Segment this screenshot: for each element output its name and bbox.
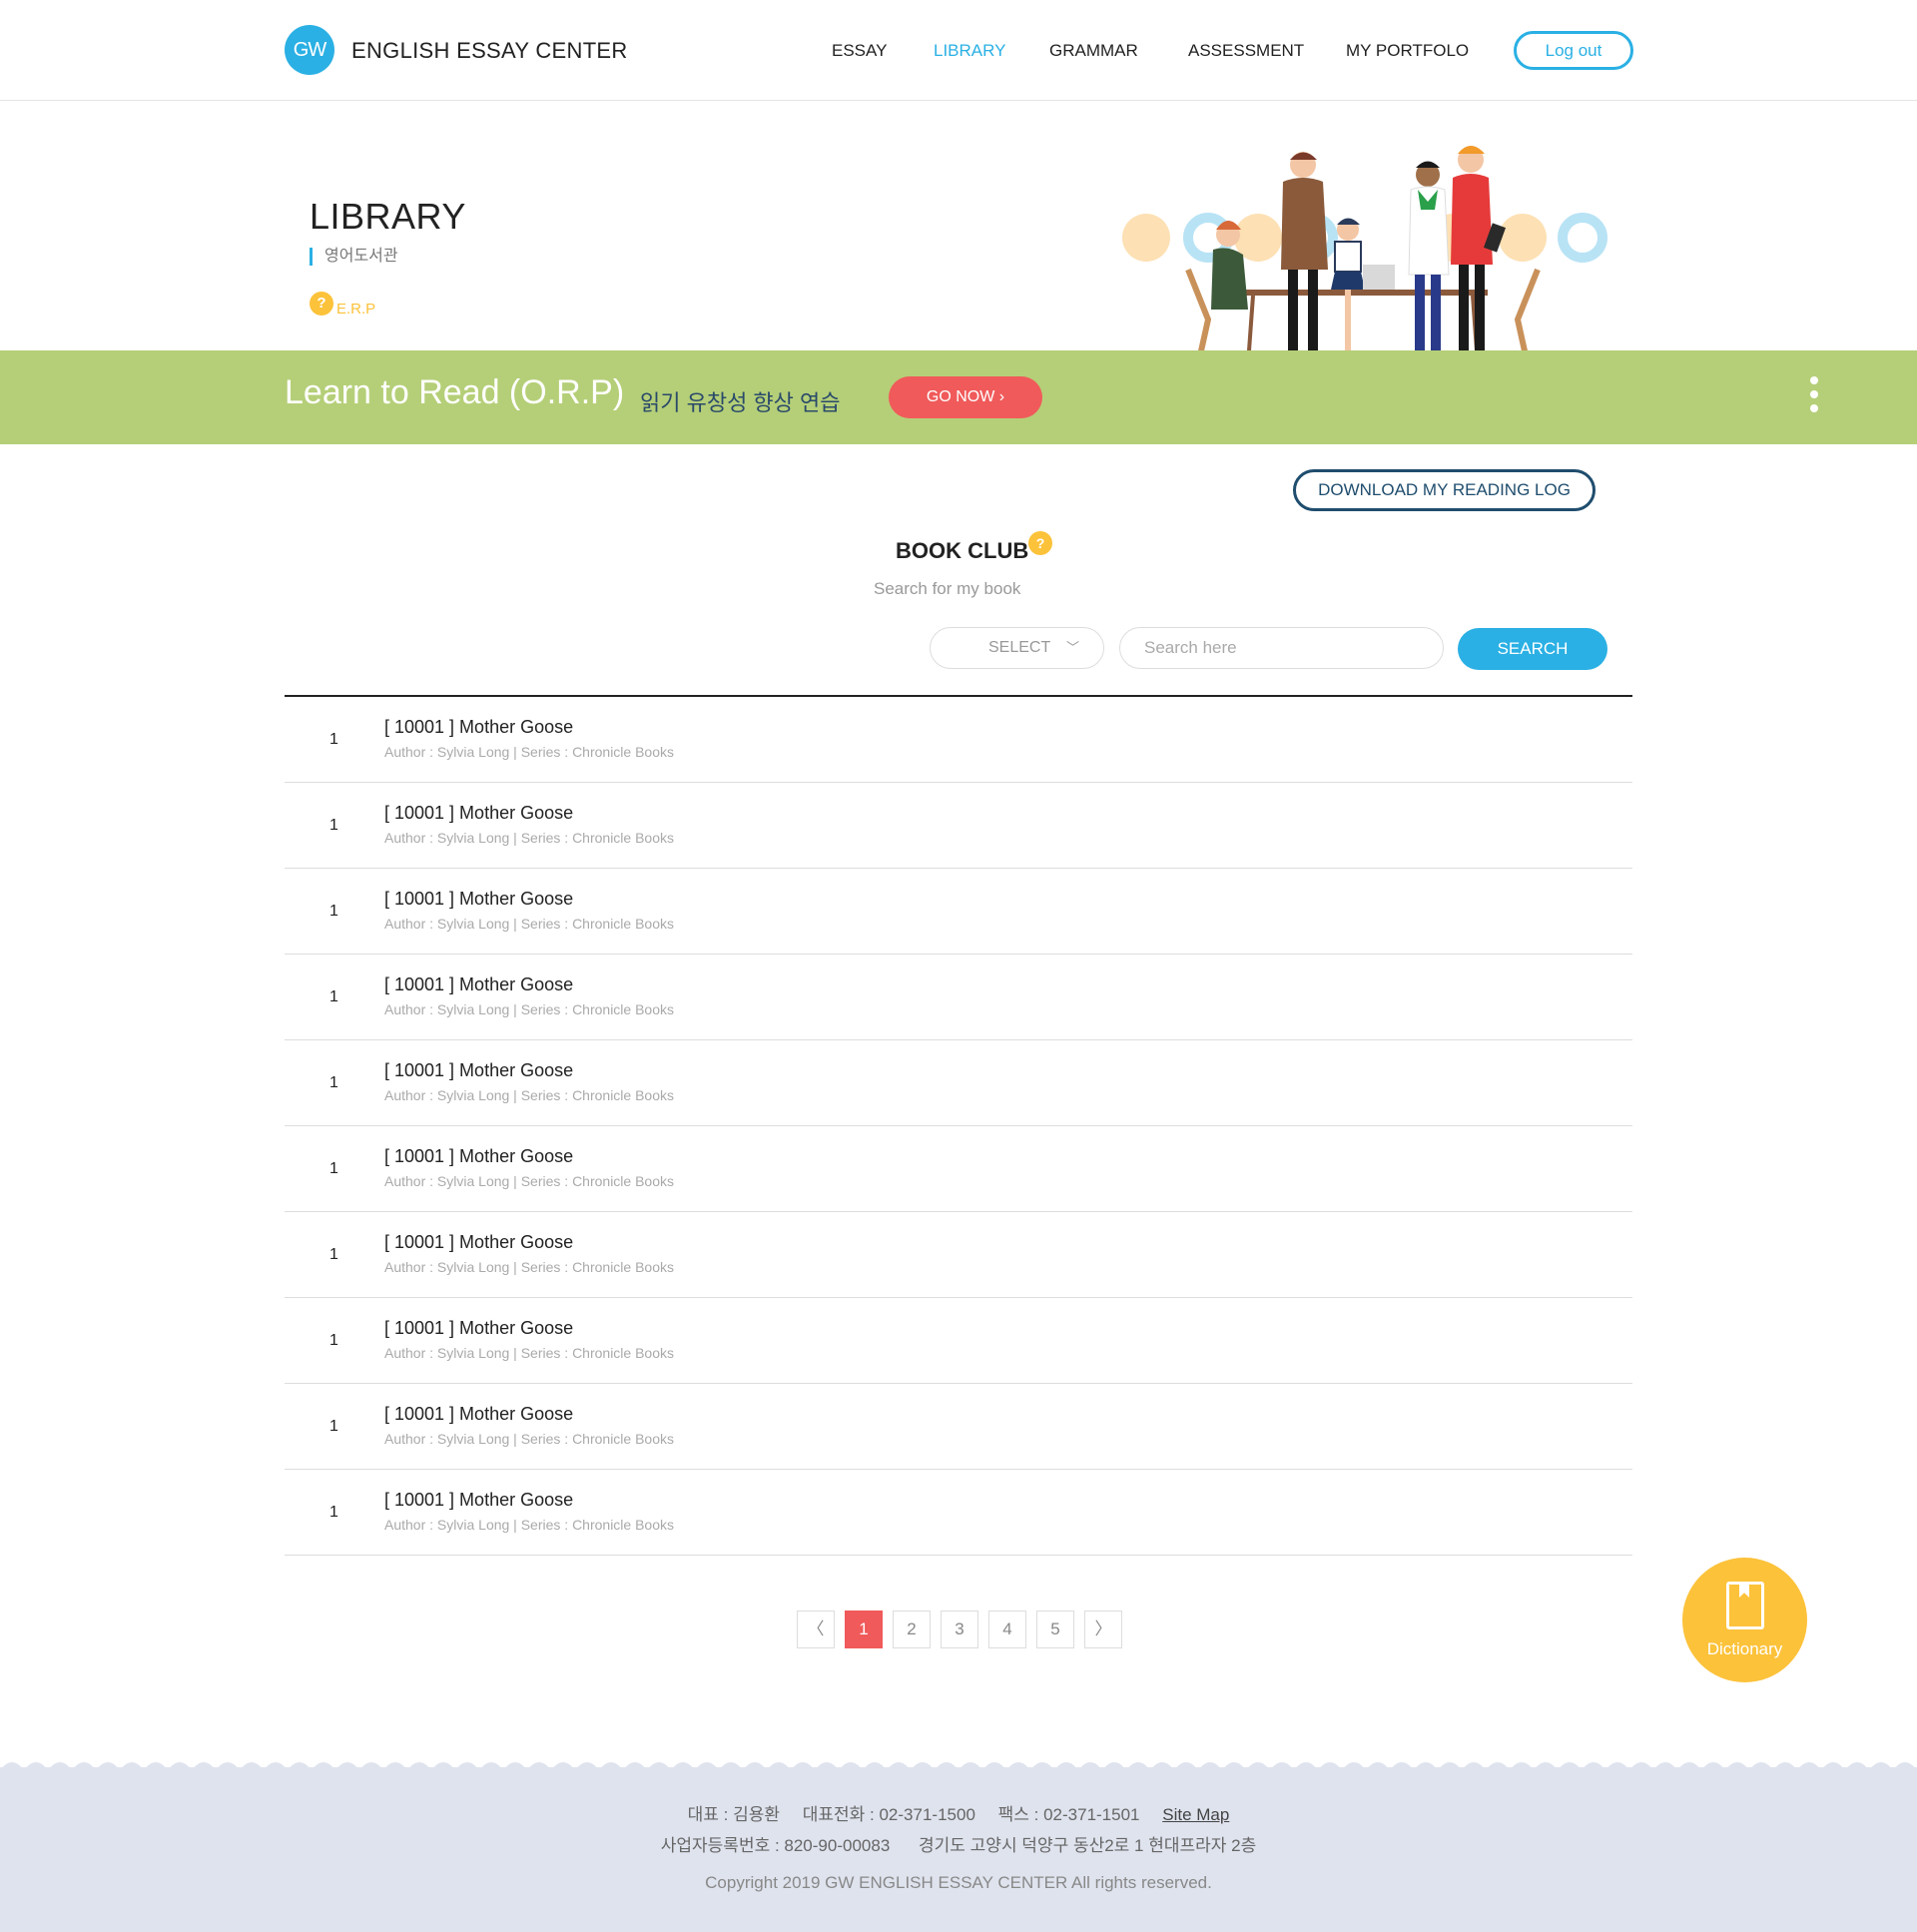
page-title: LIBRARY (310, 196, 466, 237)
footer-copyright: Copyright 2019 GW ENGLISH ESSAY CENTER A… (705, 1873, 1212, 1892)
go-now-label: GO NOW (926, 388, 995, 405)
book-list: 1 [ 10001 ] Mother Goose Author : Sylvia… (285, 695, 1632, 1556)
book-meta: Author : Sylvia Long | Series : Chronicl… (384, 1517, 675, 1533)
book-club-subtitle: Search for my book (874, 579, 1021, 598)
book-meta: Author : Sylvia Long | Series : Chronicl… (384, 1259, 675, 1275)
footer-ceo: 대표 : 김용환 (687, 1805, 781, 1824)
book-meta: Author : Sylvia Long | Series : Chronicl… (384, 744, 675, 760)
nav-essay[interactable]: ESSAY (832, 41, 887, 61)
row-number: 1 (329, 1160, 338, 1177)
page-button-5[interactable]: 5 (1036, 1610, 1074, 1648)
list-item[interactable]: 1 [ 10001 ] Mother Goose Author : Sylvia… (285, 1040, 1632, 1126)
banner-title: Learn to Read (O.R.P) (285, 373, 625, 411)
logo-icon[interactable]: GW (285, 25, 334, 75)
logout-button[interactable]: Log out (1514, 31, 1633, 70)
row-number: 1 (329, 1504, 338, 1521)
list-item[interactable]: 1 [ 10001 ] Mother Goose Author : Sylvia… (285, 869, 1632, 955)
list-item[interactable]: 1 [ 10001 ] Mother Goose Author : Sylvia… (285, 1384, 1632, 1470)
nav-grammar[interactable]: GRAMMAR (1049, 41, 1138, 61)
book-meta: Author : Sylvia Long | Series : Chronicl… (384, 1173, 675, 1189)
book-meta: Author : Sylvia Long | Series : Chronicl… (384, 916, 675, 932)
list-item[interactable]: 1 [ 10001 ] Mother Goose Author : Sylvia… (285, 1298, 1632, 1384)
list-item[interactable]: 1 [ 10001 ] Mother Goose Author : Sylvia… (285, 783, 1632, 869)
row-number: 1 (329, 731, 338, 748)
row-number: 1 (329, 903, 338, 920)
row-number: 1 (329, 1418, 338, 1435)
footer-phone: 대표전화 : 02-371-1500 (802, 1805, 975, 1824)
more-vertical-icon[interactable] (1807, 376, 1821, 420)
brand-name[interactable]: ENGLISH ESSAY CENTER (351, 38, 628, 64)
chevron-down-icon: ﹀ (1065, 640, 1079, 655)
list-item[interactable]: 1 [ 10001 ] Mother Goose Author : Sylvia… (285, 697, 1632, 783)
page-button-2[interactable]: 2 (893, 1610, 931, 1648)
footer-fax: 팩스 : 02-371-1501 (997, 1805, 1140, 1824)
book-icon (1726, 1582, 1764, 1629)
chevron-right-icon: › (998, 388, 1005, 405)
list-item[interactable]: 1 [ 10001 ] Mother Goose Author : Sylvia… (285, 955, 1632, 1040)
book-club-title: BOOK CLUB (896, 538, 1029, 563)
page-button-1[interactable]: 1 (845, 1610, 883, 1648)
page-button-3[interactable]: 3 (941, 1610, 978, 1648)
page-button-4[interactable]: 4 (988, 1610, 1026, 1648)
pagination: 〈 1 2 3 4 5 〉 (797, 1610, 1122, 1648)
nav-my-portfolio[interactable]: MY PORTFOLO (1346, 41, 1469, 61)
erp-link[interactable]: E.R.P (336, 301, 375, 318)
book-title[interactable]: [ 10001 ] Mother Goose (384, 1490, 573, 1511)
prev-page-button[interactable]: 〈 (797, 1610, 835, 1648)
row-number: 1 (329, 817, 338, 834)
row-number: 1 (329, 988, 338, 1005)
site-header: GW ENGLISH ESSAY CENTER ESSAY LIBRARY GR… (0, 0, 1917, 101)
dictionary-label: Dictionary (1706, 1639, 1783, 1658)
book-meta: Author : Sylvia Long | Series : Chronicl… (384, 1001, 675, 1017)
footer-business-no: 사업자등록번호 : 820-90-00083 (660, 1836, 891, 1855)
book-title[interactable]: [ 10001 ] Mother Goose (384, 803, 573, 824)
site-map-link[interactable]: Site Map (1162, 1805, 1229, 1824)
row-number: 1 (329, 1332, 338, 1349)
category-select[interactable]: SELECT ﹀ (930, 627, 1104, 669)
page-subtitle: 영어도서관 (310, 248, 398, 266)
book-title[interactable]: [ 10001 ] Mother Goose (384, 1060, 573, 1081)
book-title[interactable]: [ 10001 ] Mother Goose (384, 974, 573, 995)
banner-subtitle: 읽기 유창성 향상 연습 (640, 390, 841, 415)
book-meta: Author : Sylvia Long | Series : Chronicl… (384, 1431, 675, 1447)
book-meta: Author : Sylvia Long | Series : Chronicl… (384, 1345, 675, 1361)
book-title[interactable]: [ 10001 ] Mother Goose (384, 1232, 573, 1253)
dictionary-button[interactable]: Dictionary (1682, 1558, 1807, 1682)
book-title[interactable]: [ 10001 ] Mother Goose (384, 717, 573, 738)
book-title[interactable]: [ 10001 ] Mother Goose (384, 889, 573, 910)
book-title[interactable]: [ 10001 ] Mother Goose (384, 1146, 573, 1167)
row-number: 1 (329, 1074, 338, 1091)
nav-library[interactable]: LIBRARY (934, 41, 1005, 61)
next-page-button[interactable]: 〉 (1084, 1610, 1122, 1648)
footer-business: 사업자등록번호 : 820-90-00083 경기도 고양시 덕양구 동산2로 … (0, 1831, 1917, 1856)
people-reading-illustration (1122, 146, 1607, 365)
nav-assessment[interactable]: ASSESSMENT (1188, 41, 1304, 61)
book-title[interactable]: [ 10001 ] Mother Goose (384, 1318, 573, 1339)
list-item[interactable]: 1 [ 10001 ] Mother Goose Author : Sylvia… (285, 1212, 1632, 1298)
download-reading-log-button[interactable]: DOWNLOAD MY READING LOG (1293, 469, 1596, 511)
search-button[interactable]: SEARCH (1458, 628, 1607, 670)
book-title[interactable]: [ 10001 ] Mother Goose (384, 1404, 573, 1425)
help-icon[interactable]: ? (310, 292, 333, 316)
list-item[interactable]: 1 [ 10001 ] Mother Goose Author : Sylvia… (285, 1470, 1632, 1556)
book-meta: Author : Sylvia Long | Series : Chronicl… (384, 830, 675, 846)
footer-address: 경기도 고양시 덕양구 동산2로 1 현대프라자 2층 (919, 1836, 1257, 1855)
select-label: SELECT (988, 639, 1051, 656)
row-number: 1 (329, 1246, 338, 1263)
book-meta: Author : Sylvia Long | Series : Chronicl… (384, 1087, 675, 1103)
go-now-button[interactable]: GO NOW › (889, 376, 1042, 418)
footer-contact: 대표 : 김용환 대표전화 : 02-371-1500 팩스 : 02-371-… (0, 1800, 1917, 1825)
search-input[interactable] (1119, 627, 1444, 669)
list-item[interactable]: 1 [ 10001 ] Mother Goose Author : Sylvia… (285, 1126, 1632, 1212)
help-icon[interactable]: ? (1028, 531, 1052, 555)
